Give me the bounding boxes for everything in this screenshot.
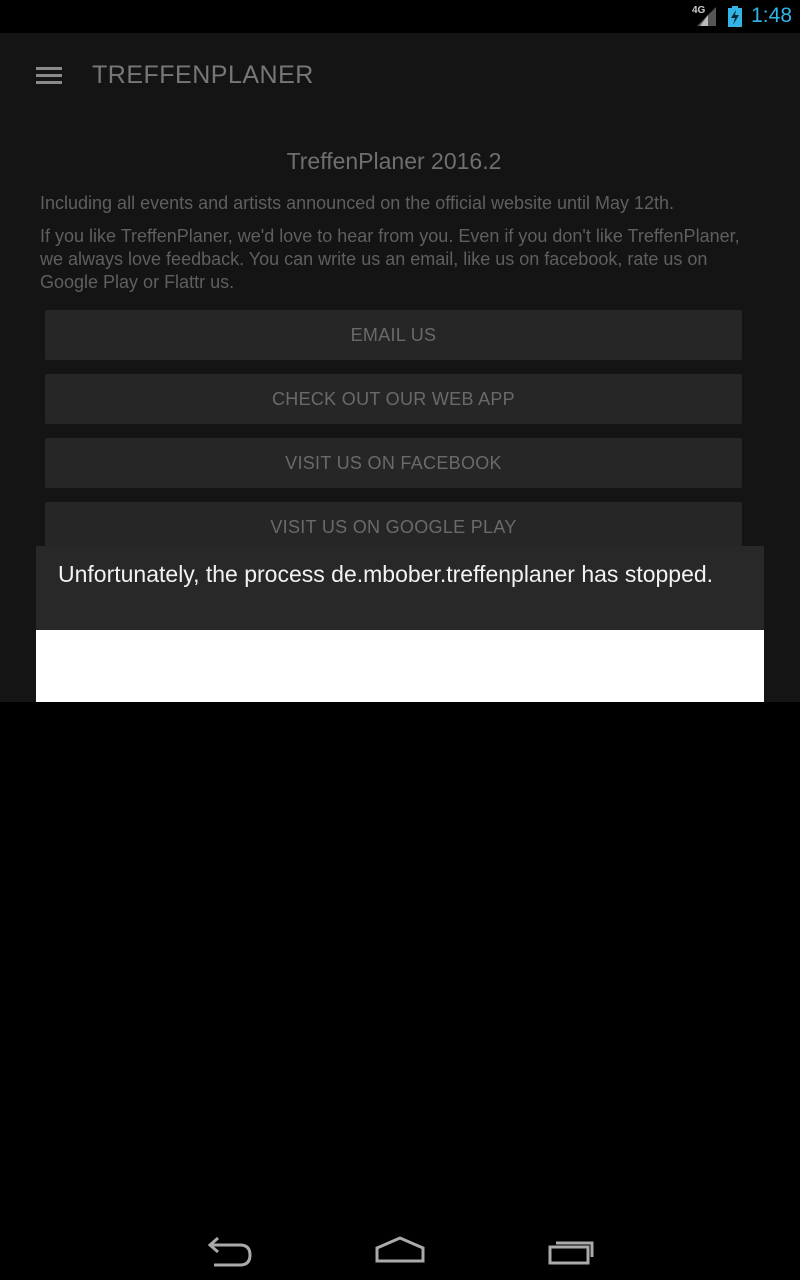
feedback-text: If you like TreffenPlaner, we'd love to …	[40, 226, 740, 292]
battery-charging-icon	[728, 6, 742, 27]
web-app-button[interactable]: CHECK OUT OUR WEB APP	[45, 374, 742, 424]
dialog-button-area[interactable]	[36, 630, 764, 702]
clock: 1:48	[751, 4, 792, 27]
menu-icon[interactable]	[36, 67, 62, 85]
back-icon[interactable]	[200, 1233, 260, 1273]
version-title: TreffenPlaner 2016.2	[286, 148, 502, 174]
status-bar: 4G 1:48	[0, 0, 800, 33]
network-signal-icon: 4G	[692, 5, 718, 27]
facebook-button[interactable]: VISIT US ON FACEBOOK	[45, 438, 742, 488]
recent-apps-icon[interactable]	[542, 1233, 602, 1273]
events-info-text: Including all events and artists announc…	[40, 193, 675, 213]
action-bar: TREFFENPLANER	[0, 33, 800, 118]
dialog-message: Unfortunately, the process de.mbober.tre…	[36, 546, 764, 630]
app-title: TREFFENPLANER	[92, 61, 314, 89]
error-dialog: Unfortunately, the process de.mbober.tre…	[36, 546, 764, 702]
navigation-bar	[0, 1225, 800, 1280]
background-area	[0, 702, 800, 1280]
google-play-button[interactable]: VISIT US ON GOOGLE PLAY	[45, 502, 742, 552]
email-us-button[interactable]: EMAIL US	[45, 310, 742, 360]
home-icon[interactable]	[370, 1233, 430, 1273]
